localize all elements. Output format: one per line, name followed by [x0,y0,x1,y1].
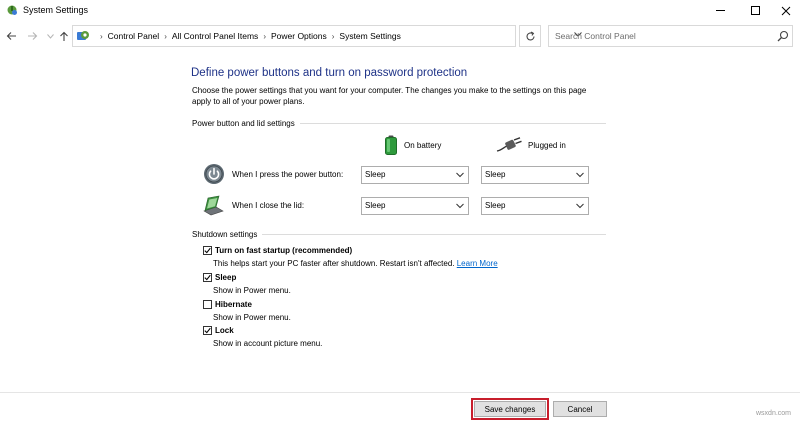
power-plug-icon [496,137,522,152]
lid-row-label: When I close the lid: [232,201,305,210]
back-button[interactable] [4,29,18,43]
shutdown-settings-group-header: Shutdown settings [192,228,606,240]
search-icon[interactable] [777,30,789,42]
checkmark-icon [204,274,211,281]
breadcrumb-separator-icon: › [164,31,167,41]
footer-divider [0,392,800,393]
checkmark-icon [204,327,211,334]
minimize-icon [716,10,725,11]
breadcrumb-control-panel[interactable]: Control Panel [108,31,160,41]
up-button[interactable] [57,29,71,43]
power-button-on-battery-select[interactable]: Sleep [361,166,469,184]
forward-button[interactable] [25,29,39,43]
arrow-right-icon [27,32,37,40]
address-bar[interactable]: › Control Panel › All Control Panel Item… [72,25,582,47]
title-bar: System Settings [0,0,800,21]
power-settings-group-title: Power button and lid settings [192,118,295,128]
lid-on-battery-select[interactable]: Sleep [361,197,469,215]
breadcrumb-power-options[interactable]: Power Options [271,31,327,41]
fast-startup-description-text: This helps start your PC faster after sh… [213,259,455,268]
group-divider [262,233,606,235]
column-label-on-battery: On battery [404,140,442,150]
fast-startup-checkbox[interactable] [203,246,212,255]
lock-label[interactable]: Lock [215,326,234,335]
checkmark-icon [204,247,211,254]
shutdown-settings-group-title: Shutdown settings [192,229,258,239]
group-divider [299,122,606,124]
lid-on-battery-value: Sleep [365,201,386,210]
breadcrumb-separator-icon: › [100,31,103,41]
breadcrumb-separator-icon: › [331,31,335,41]
chevron-down-icon [456,203,464,209]
power-button-on-battery-value: Sleep [365,170,386,179]
recent-locations-button[interactable] [43,29,57,43]
chevron-down-icon [576,203,584,209]
hibernate-checkbox[interactable] [203,300,212,309]
refresh-button[interactable] [519,25,541,47]
arrow-up-icon [60,31,68,41]
hibernate-label[interactable]: Hibernate [215,300,252,309]
close-button[interactable] [768,0,800,21]
maximize-icon [751,6,760,15]
lock-checkbox[interactable] [203,326,212,335]
search-box[interactable] [548,25,793,47]
power-button-row-label: When I press the power button: [232,170,344,179]
page-title: Define power buttons and turn on passwor… [191,67,468,79]
learn-more-link[interactable]: Learn More [457,259,498,268]
chevron-down-icon [576,172,584,178]
close-icon [781,6,790,15]
fast-startup-description: This helps start your PC faster after sh… [213,259,498,268]
lock-description: Show in account picture menu. [213,339,323,348]
minimize-button[interactable] [703,0,738,21]
search-input[interactable] [549,26,769,46]
battery-icon [385,135,397,155]
save-changes-button[interactable]: Save changes [474,401,546,417]
breadcrumb-all-items[interactable]: All Control Panel Items [172,31,258,41]
sleep-description: Show in Power menu. [213,286,291,295]
power-button-plugged-in-select[interactable]: Sleep [481,166,589,184]
refresh-icon [525,31,535,40]
watermark: wsxdn.com [756,410,792,417]
power-button-plugged-in-value: Sleep [485,170,506,179]
breadcrumb-separator-icon: › [263,31,266,41]
laptop-lid-icon [203,195,224,216]
column-label-plugged-in: Plugged in [528,140,566,150]
power-button-icon [204,164,224,184]
power-settings-group-header: Power button and lid settings [192,117,606,129]
address-row: › Control Panel › All Control Panel Item… [0,24,800,48]
window-title: System Settings [23,5,89,15]
hibernate-description: Show in Power menu. [213,313,291,322]
sleep-label[interactable]: Sleep [215,273,236,282]
chevron-down-icon [456,172,464,178]
column-header-plugged-in: Plugged in [496,134,566,156]
sleep-checkbox[interactable] [203,273,212,282]
lid-plugged-in-value: Sleep [485,201,506,210]
fast-startup-label[interactable]: Turn on fast startup (recommended) [215,246,352,255]
breadcrumb: › Control Panel › All Control Panel Item… [95,31,401,41]
chevron-down-icon [46,33,54,39]
breadcrumb-system-settings[interactable]: System Settings [339,31,400,41]
cancel-button[interactable]: Cancel [553,401,607,417]
lid-plugged-in-select[interactable]: Sleep [481,197,589,215]
page-description: Choose the power settings that you want … [192,86,587,106]
column-header-on-battery: On battery [384,134,441,156]
arrow-left-icon [6,32,16,40]
control-panel-icon [77,31,89,40]
power-options-icon [7,5,17,15]
